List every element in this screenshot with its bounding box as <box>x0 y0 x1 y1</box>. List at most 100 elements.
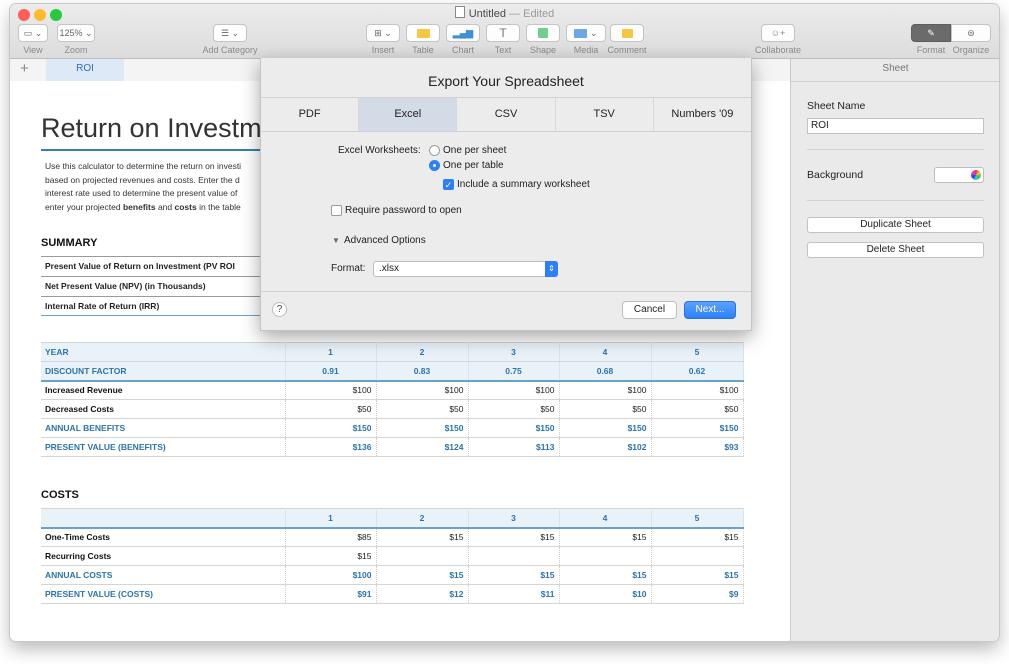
table-cell[interactable]: ANNUAL COSTS <box>41 565 286 585</box>
table-cell[interactable]: $50 <box>285 399 377 419</box>
table-cell[interactable]: 0.91 <box>285 361 377 381</box>
table-cell[interactable]: Increased Revenue <box>41 379 286 400</box>
table-cell[interactable] <box>559 546 652 566</box>
table-cell[interactable]: $15 <box>376 526 469 547</box>
insert-button[interactable]: ⊞ ⌄ <box>366 24 400 42</box>
table-cell[interactable]: $93 <box>651 437 744 457</box>
table-cell[interactable]: $100 <box>468 379 560 400</box>
table-cell[interactable] <box>468 546 560 566</box>
table-cell[interactable]: 2 <box>376 342 469 362</box>
tab-excel[interactable]: Excel <box>359 98 458 131</box>
media-button[interactable]: ⌄ <box>566 24 606 42</box>
require-password-checkbox[interactable] <box>331 205 342 216</box>
tab-pdf[interactable]: PDF <box>261 98 360 131</box>
color-wheel-icon[interactable] <box>971 170 981 180</box>
table-cell[interactable]: $15 <box>651 565 744 585</box>
cancel-button[interactable]: Cancel <box>622 301 677 319</box>
duplicate-sheet-button[interactable]: Duplicate Sheet <box>807 217 984 233</box>
zoom-select[interactable]: 125% ⌄ <box>57 24 95 42</box>
table-cell[interactable]: 0.75 <box>468 361 560 381</box>
table-cell[interactable]: 3 <box>468 508 560 528</box>
disclosure-triangle-icon[interactable]: ▼ <box>332 236 340 245</box>
table-cell[interactable]: 1 <box>285 508 377 528</box>
table-cell[interactable]: 0.68 <box>559 361 652 381</box>
one-per-sheet-label[interactable]: One per sheet <box>443 145 506 156</box>
table-cell[interactable]: $100 <box>285 565 377 585</box>
table-cell[interactable]: YEAR <box>41 342 286 362</box>
table-cell[interactable]: ANNUAL BENEFITS <box>41 418 286 438</box>
table-cell[interactable]: $100 <box>559 379 652 400</box>
table-cell[interactable]: $113 <box>468 437 560 457</box>
table-cell[interactable]: $102 <box>559 437 652 457</box>
table-cell[interactable]: 5 <box>651 508 744 528</box>
text-button[interactable]: T <box>486 24 520 42</box>
table-cell[interactable]: One-Time Costs <box>41 526 286 547</box>
table-cell[interactable]: 4 <box>559 508 652 528</box>
table-cell[interactable]: DISCOUNT FACTOR <box>41 361 286 381</box>
include-summary-label[interactable]: Include a summary worksheet <box>457 179 590 190</box>
require-password-label[interactable]: Require password to open <box>345 205 462 216</box>
next-button[interactable]: Next... <box>684 301 736 319</box>
collaborate-button[interactable]: ☺+ <box>761 24 795 42</box>
tab-roi[interactable]: ROI <box>46 59 124 81</box>
table-cell[interactable]: 1 <box>285 342 377 362</box>
table-cell[interactable] <box>376 546 469 566</box>
table-cell[interactable]: $124 <box>376 437 469 457</box>
table-cell[interactable]: 2 <box>376 508 469 528</box>
table-cell[interactable]: $150 <box>651 418 744 438</box>
comment-button[interactable] <box>610 24 644 42</box>
chart-button[interactable]: ▂▄▆ <box>446 24 480 42</box>
table-cell[interactable]: $50 <box>376 399 469 419</box>
tab-numbers-09[interactable]: Numbers '09 <box>654 98 751 131</box>
table-cell[interactable]: $136 <box>285 437 377 457</box>
add-sheet-button[interactable]: + <box>20 60 29 77</box>
summary-row-irr[interactable]: Internal Rate of Return (IRR) <box>41 296 261 316</box>
table-cell[interactable]: $15 <box>559 526 652 547</box>
table-cell[interactable]: PRESENT VALUE (COSTS) <box>41 584 286 604</box>
table-cell[interactable]: Decreased Costs <box>41 399 286 419</box>
radio-one-per-table[interactable] <box>429 160 440 171</box>
table-cell[interactable]: Recurring Costs <box>41 546 286 566</box>
view-button[interactable]: ▭ ⌄ <box>18 24 48 42</box>
table-cell[interactable]: $100 <box>651 379 744 400</box>
format-button[interactable]: ✎ <box>911 24 951 42</box>
table-cell[interactable]: $15 <box>559 565 652 585</box>
format-select[interactable]: .xlsx ⇕ <box>373 261 558 277</box>
table-cell[interactable]: $12 <box>376 584 469 604</box>
table-cell[interactable]: $150 <box>376 418 469 438</box>
table-cell[interactable]: $150 <box>468 418 560 438</box>
table-cell[interactable]: $9 <box>651 584 744 604</box>
table-cell[interactable] <box>41 508 286 528</box>
shape-button[interactable] <box>526 24 560 42</box>
table-cell[interactable]: $91 <box>285 584 377 604</box>
tab-csv[interactable]: CSV <box>457 98 556 131</box>
table-cell[interactable]: $15 <box>285 546 377 566</box>
tab-tsv[interactable]: TSV <box>556 98 654 131</box>
table-cell[interactable]: $150 <box>559 418 652 438</box>
summary-row-pv-roi[interactable]: Present Value of Return on Investment (P… <box>41 256 261 276</box>
table-cell[interactable]: 0.62 <box>651 361 744 381</box>
table-cell[interactable]: $10 <box>559 584 652 604</box>
description-text[interactable]: Use this calculator to determine the ret… <box>45 160 265 214</box>
table-cell[interactable]: $100 <box>376 379 469 400</box>
table-cell[interactable]: PRESENT VALUE (BENEFITS) <box>41 437 286 457</box>
include-summary-checkbox[interactable]: ✓ <box>443 179 454 190</box>
add-category-button[interactable]: ☰ ⌄ <box>213 24 247 42</box>
table-cell[interactable]: 0.83 <box>376 361 469 381</box>
table-button[interactable] <box>406 24 440 42</box>
table-cell[interactable]: $15 <box>376 565 469 585</box>
table-cell[interactable]: 3 <box>468 342 560 362</box>
table-cell[interactable]: 4 <box>559 342 652 362</box>
table-cell[interactable]: $150 <box>285 418 377 438</box>
document-title[interactable]: Return on Investme <box>41 113 277 144</box>
organize-button[interactable]: ⊜ <box>951 24 991 42</box>
table-cell[interactable]: $11 <box>468 584 560 604</box>
table-cell[interactable]: 5 <box>651 342 744 362</box>
table-cell[interactable]: $50 <box>559 399 652 419</box>
table-cell[interactable]: $50 <box>651 399 744 419</box>
summary-row-npv[interactable]: Net Present Value (NPV) (in Thousands) <box>41 276 261 296</box>
help-button[interactable]: ? <box>272 302 287 317</box>
radio-one-per-sheet[interactable] <box>429 145 440 156</box>
delete-sheet-button[interactable]: Delete Sheet <box>807 242 984 258</box>
table-cell[interactable] <box>651 546 744 566</box>
